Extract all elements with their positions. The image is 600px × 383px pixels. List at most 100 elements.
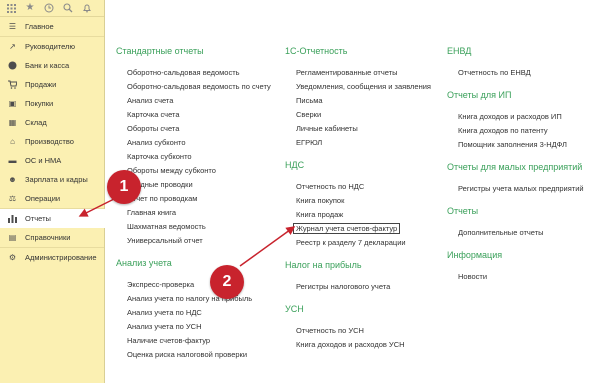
sidebar-item-label: Продажи [25, 80, 57, 89]
truck-icon: ▬ [8, 156, 17, 165]
report-link[interactable]: Оборотно-сальдовая ведомость по счету [127, 80, 281, 94]
history-icon[interactable] [44, 3, 54, 13]
sidebar-item[interactable]: Банк и касса [0, 56, 104, 75]
sidebar-item[interactable]: ▣ Покупки [0, 94, 104, 113]
report-link[interactable]: Экспресс-проверка [127, 278, 281, 292]
report-link[interactable]: Регистры налогового учета [296, 280, 440, 294]
report-link[interactable]: Помощник заполнения 3-НДФЛ [458, 138, 597, 152]
report-link[interactable]: Карточка субконто [127, 150, 281, 164]
sidebar-item[interactable]: ▬ ОС и НМА [0, 151, 104, 170]
report-link[interactable]: Новости [458, 270, 597, 284]
report-link-label: Экспресс-проверка [127, 280, 195, 289]
sidebar-item[interactable]: ↗ Руководителю [0, 37, 104, 56]
report-section: Отчеты для малых предприятий Регистры уче… [447, 162, 597, 196]
report-link[interactable]: Анализ учета по НДС [127, 306, 281, 320]
report-link-label: Шахматная ведомость [127, 222, 206, 231]
report-link-label: Книга покупок [296, 196, 345, 205]
basket-icon: ▣ [8, 99, 17, 108]
section-title: Анализ учета [116, 258, 172, 268]
sidebar: ★ ☰ Главное ↗ Руководителю Банк и касса Прода… [0, 0, 105, 383]
report-link[interactable]: Отчет по проводкам [127, 192, 281, 206]
section-title: Отчеты для малых предприятий [447, 162, 583, 172]
report-link[interactable]: Анализ учета по налогу на прибыль [127, 292, 281, 306]
report-link-label: Книга доходов и расходов ИП [458, 112, 562, 121]
column-other-reports: ЕНВД Отчетность по ЕНВД Отчеты для ИП Книга… [447, 46, 597, 294]
report-link[interactable]: Анализ учета по УСН [127, 320, 281, 334]
report-link[interactable]: Уведомления, сообщения и заявления [296, 80, 440, 94]
report-link-label: Анализ учета по НДС [127, 308, 202, 317]
section-title: Информация [447, 250, 503, 260]
report-link[interactable]: Отчетность по ЕНВД [458, 66, 597, 80]
report-link[interactable]: Оборотно-сальдовая ведомость [127, 66, 281, 80]
report-link[interactable]: Главная книга [127, 206, 281, 220]
report-link[interactable]: Книга доходов по патенту [458, 124, 597, 138]
report-link[interactable]: Дополнительные отчеты [458, 226, 597, 240]
sidebar-item[interactable]: ⚖ Операции [0, 189, 104, 208]
report-link[interactable]: Регистры учета малых предприятий [458, 182, 597, 196]
report-link-label: Книга продаж [296, 210, 344, 219]
report-link[interactable]: Книга покупок [296, 194, 440, 208]
search-icon[interactable] [63, 3, 73, 13]
report-link-label: Анализ счета [127, 96, 174, 105]
sidebar-item-label: Главное [25, 22, 54, 31]
report-link[interactable]: ЕГРЮЛ [296, 136, 440, 150]
section-title: УСН [285, 304, 304, 314]
report-link[interactable]: Сводные проводки [127, 178, 281, 192]
report-link[interactable]: Наличие счетов-фактур [127, 334, 281, 348]
sidebar-item-label: ОС и НМА [25, 156, 62, 165]
report-link[interactable]: Сверки [296, 108, 440, 122]
report-section: Информация Новости [447, 250, 597, 284]
sidebar-item[interactable]: ⌂ Производство [0, 132, 104, 151]
report-link[interactable]: Отчетность по УСН [296, 324, 440, 338]
report-link[interactable]: Письма [296, 94, 440, 108]
column-regulated-reports: 1С-Отчетность Регламентированные отчеты Ув… [285, 46, 440, 362]
report-link[interactable]: Книга продаж [296, 208, 440, 222]
report-link[interactable]: Отчетность по НДС [296, 180, 440, 194]
sidebar-item[interactable]: ▤ Справочники [0, 228, 104, 247]
report-link-label: Регламентированные отчеты [296, 68, 398, 77]
column-standard-reports: Стандартные отчеты Оборотно-сальдовая вед… [116, 46, 281, 372]
sidebar-item-label: Руководителю [25, 42, 76, 51]
sidebar-item[interactable]: Продажи [0, 75, 104, 94]
sidebar-item[interactable]: Отчеты [0, 209, 105, 228]
cart-icon [8, 80, 17, 89]
section-title: Отчеты [447, 206, 479, 216]
report-link[interactable]: Анализ субконто [127, 136, 281, 150]
report-link-label: Отчетность по ЕНВД [458, 68, 531, 77]
report-link-label: Личные кабинеты [296, 124, 358, 133]
book-icon: ▤ [8, 233, 17, 242]
report-link-label: Универсальный отчет [127, 236, 203, 245]
sidebar-item[interactable]: ☰ Главное [0, 17, 104, 36]
sidebar-item-label: Склад [25, 118, 47, 127]
report-link-label: Главная книга [127, 208, 176, 217]
report-section: Отчеты для ИП Книга доходов и расходов ИП… [447, 90, 597, 152]
sidebar-topbar: ★ [0, 0, 104, 17]
report-link[interactable]: Карточка счета [127, 108, 281, 122]
report-link-label: Новости [458, 272, 488, 281]
report-link[interactable]: Книга доходов и расходов УСН [296, 338, 440, 352]
sidebar-item[interactable]: ☻ Зарплата и кадры [0, 170, 104, 189]
sidebar-nav: ☰ Главное ↗ Руководителю Банк и касса Продажи… [0, 17, 105, 267]
report-link[interactable]: Обороты между субконто [127, 164, 281, 178]
report-link[interactable]: Регламентированные отчеты [296, 66, 440, 80]
report-link[interactable]: Реестр к разделу 7 декларации [296, 236, 440, 250]
report-link[interactable]: Универсальный отчет [127, 234, 281, 248]
report-link[interactable]: Личные кабинеты [296, 122, 440, 136]
sidebar-item[interactable]: ⚙ Администрирование [0, 248, 104, 267]
star-icon[interactable]: ★ [25, 3, 35, 13]
report-link-label: Регистры учета малых предприятий [458, 184, 584, 193]
report-link[interactable]: Шахматная ведомость [127, 220, 281, 234]
report-link-label: Реестр к разделу 7 декларации [296, 238, 406, 247]
bell-icon[interactable] [82, 3, 92, 13]
people-icon: ☻ [8, 175, 17, 184]
report-link[interactable]: Оценка риска налоговой проверки [127, 348, 281, 362]
factory-icon: ⌂ [10, 137, 15, 146]
report-link[interactable]: Журнал учета счетов-фактур [293, 222, 440, 236]
apps-grid-icon[interactable] [6, 3, 16, 13]
report-section: Анализ учета Экспресс-проверка Анализ учет… [116, 258, 281, 362]
report-link[interactable]: Анализ счета [127, 94, 281, 108]
report-link-label: Письма [296, 96, 323, 105]
report-link[interactable]: Обороты счета [127, 122, 281, 136]
sidebar-item[interactable]: ▦ Склад [0, 113, 104, 132]
report-link[interactable]: Книга доходов и расходов ИП [458, 110, 597, 124]
